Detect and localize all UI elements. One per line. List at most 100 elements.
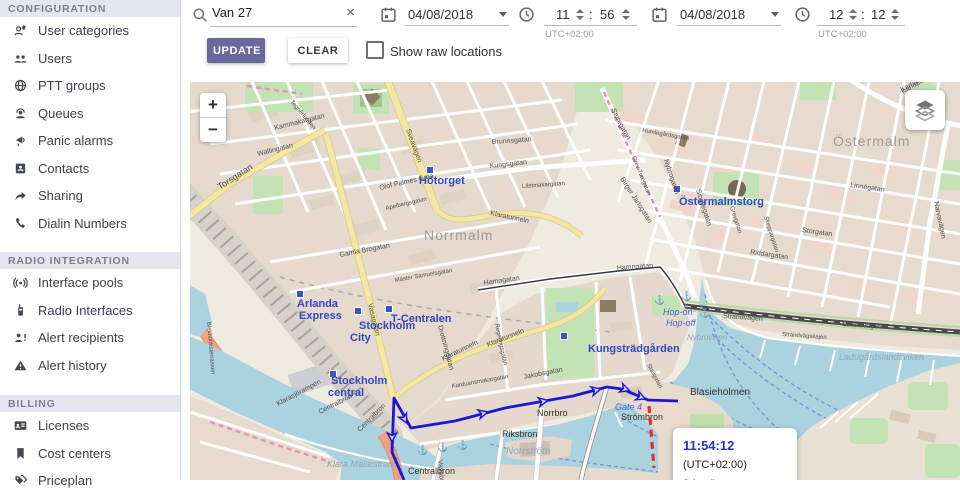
tooltip-time: 11:54:12 [683,438,735,453]
section-billing: BILLING [0,395,180,412]
start-minute-stepper[interactable] [622,9,630,20]
broadcast-icon [13,277,28,289]
tooltip-timezone: (UTC+02:00) [683,459,747,471]
show-raw-locations-label: Show raw locations [390,44,502,59]
map-canvas[interactable]: ⚓ ⚓ ⚓ ⚓ ⚓ ⚓ Torsgatan Sveavägen Vasagatan Kungsg… [190,82,960,480]
walkie-talkie-icon [18,304,23,316]
map-tiles: ⚓ ⚓ ⚓⚓ ⚓⚓ TorsgatanSveavägenVasagatanKungsg… [190,82,960,480]
sidebar-item-label: Dialin Numbers [38,215,127,231]
end-hour-value[interactable]: 12 [829,7,843,22]
start-time-field: 11 : 56 [544,3,637,26]
transit-label: Express [299,310,342,322]
search-icon [193,8,207,22]
sidebar-item-label: Alert history [38,357,107,373]
end-hour-stepper[interactable] [849,9,857,20]
sidebar-item-priceplan[interactable]: Priceplan [0,467,180,495]
clear-search-icon[interactable]: × [346,4,355,22]
zoom-out-button[interactable]: − [200,118,226,142]
sidebar-item-ptt-groups[interactable]: PTT groups [0,72,180,100]
time-separator: : [589,7,593,22]
sidebar-item-alert-recipients[interactable]: Alert recipients [0,324,180,352]
price-tags-icon [15,475,28,485]
sidebar-item-interface-pools[interactable]: Interface pools [0,269,180,297]
search-input[interactable] [210,3,330,20]
sidebar-item-sharing[interactable]: Sharing [0,182,180,210]
sidebar-item-label: Users [38,50,72,66]
warning-triangle-icon [14,360,27,370]
sidebar-item-label: Licenses [38,418,90,434]
sidebar-item-radio-interfaces[interactable]: Radio Interfaces [0,297,180,325]
metro-station-icon [296,290,304,298]
transit-label-small: Hop-off [666,318,697,328]
anchor-icon: ⚓ [457,439,468,450]
water-label: Ladugårdslandsviken [839,352,924,362]
time-separator: : [861,7,865,22]
end-date-value: 04/08/2018 [680,7,746,22]
id-card-icon [14,421,27,431]
globe-icon [14,80,27,92]
sidebar-item-user-categories[interactable]: User categories [0,17,180,45]
anchor-icon: ⚓ [417,444,428,455]
transit-label: Hötorget [419,175,465,187]
zoom-in-button[interactable]: + [200,93,226,118]
anchor-icon: ⚓ [437,441,448,452]
agent-icon [16,107,25,118]
start-date-field[interactable]: 04/08/2018 [405,3,509,26]
transit-label-small: Gate 4 [615,402,642,412]
transit-label-small: Hop-on [663,307,693,317]
sidebar-item-users[interactable]: Users [0,45,180,73]
calendar-icon[interactable] [380,6,397,23]
toolbar: × 04/08/2018 11 : 56 UTC+02:00 04/08/201… [180,0,960,82]
end-date-field[interactable]: 04/08/2018 [677,3,781,26]
transit-label: central [328,387,364,399]
sidebar: CONFIGURATION User categories Users PTT … [0,0,181,488]
contact-card-icon [15,163,26,174]
sidebar-item-contacts[interactable]: Contacts [0,155,180,183]
calendar-icon[interactable] [651,6,668,23]
location-tooltip: 11:54:12 (UTC+02:00) 0 km/h 08/04/2018 [673,428,797,480]
transit-label: Östermalmstorg [679,195,764,208]
bookmark-icon [17,447,24,459]
place-label: Strömbron [621,412,663,422]
person-alert-icon [15,333,26,343]
metro-station-icon [560,332,568,340]
sidebar-item-licenses[interactable]: Licenses [0,412,180,440]
start-hour-stepper[interactable] [576,9,584,20]
share-arrow-icon [15,192,26,201]
layers-button[interactable] [905,90,945,130]
sidebar-item-alert-history[interactable]: Alert history [0,352,180,380]
sidebar-item-dialin-numbers[interactable]: Dialin Numbers [0,210,180,238]
sidebar-item-label: Panic alarms [38,133,114,149]
sidebar-item-panic-alarms[interactable]: Panic alarms [0,127,180,155]
transit-label: Stockholm [331,375,387,387]
alarm-horn-icon [15,136,25,147]
sidebar-item-label: Interface pools [38,275,124,291]
update-button[interactable]: UPDATE [207,38,265,63]
end-minute-value[interactable]: 12 [871,7,885,22]
sidebar-item-label: Cost centers [38,445,111,461]
transit-label: Arlanda [297,298,339,310]
end-minute-stepper[interactable] [891,9,899,20]
start-hour-value[interactable]: 11 [556,7,570,22]
anchor-icon: ⚓ [699,307,710,318]
clear-button[interactable]: CLEAR [288,38,348,63]
start-timezone-label: UTC+02:00 [545,29,594,40]
zoom-control: + − [200,93,226,142]
end-time-field: 12 : 12 [817,3,905,26]
sidebar-item-label: Queues [38,105,84,121]
place-label: Centralbron [408,466,455,476]
place-label: Norrmalm [424,227,493,243]
user-categories-icon [14,25,26,36]
water-label: Norrström [506,446,550,457]
clock-icon [795,7,810,22]
sidebar-item-cost-centers[interactable]: Cost centers [0,440,180,468]
sidebar-item-label: Contacts [38,160,90,176]
water-label: Klara Mälarstrand [327,459,399,469]
sidebar-item-queues[interactable]: Queues [0,100,180,128]
start-date-value: 04/08/2018 [408,7,474,22]
show-raw-locations-checkbox[interactable] [366,41,384,59]
users-icon [14,55,27,63]
start-minute-value[interactable]: 56 [600,7,614,22]
transit-label: Kungsträdgården [588,343,680,355]
section-radio-integration: RADIO INTEGRATION [0,252,180,269]
